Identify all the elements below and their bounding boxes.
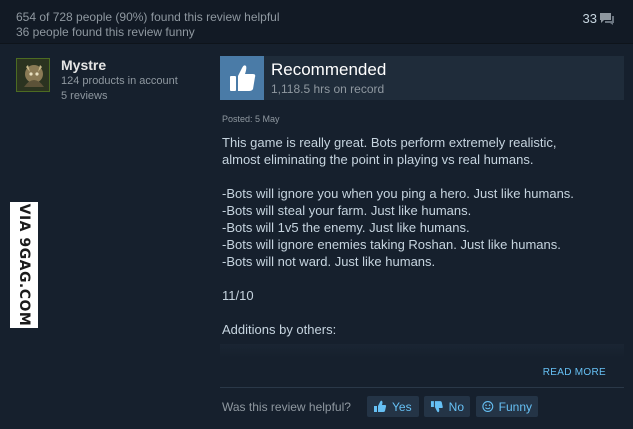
vote-funny-button[interactable]: Funny — [476, 396, 538, 417]
watermark-9gag: VIA 9GAG.COM — [10, 202, 38, 328]
thumbs-up-icon — [374, 400, 387, 412]
posted-date: Posted: 5 May — [222, 114, 280, 124]
review-point: -Bots will ignore you when you ping a he… — [222, 186, 574, 201]
thumbs-up-badge — [220, 56, 264, 100]
vote-no-button[interactable]: No — [424, 396, 470, 417]
comment-count[interactable]: 33 — [583, 11, 597, 26]
author-reviews[interactable]: 5 reviews — [61, 90, 107, 102]
speech-bubble-icon[interactable] — [599, 12, 615, 26]
funny-count-text: 36 people found this review funny — [16, 25, 195, 39]
review-panel: Recommended 1,118.5 hrs on record Posted… — [210, 44, 633, 429]
review-summary-bar: 654 of 728 people (90%) found this revie… — [0, 0, 633, 44]
vote-funny-label: Funny — [498, 399, 532, 414]
vote-yes-button[interactable]: Yes — [367, 396, 419, 417]
review-intro-line: This game is really great. Bots perform … — [222, 135, 557, 150]
avatar-image — [17, 59, 49, 91]
review-verdict-header[interactable]: Recommended 1,118.5 hrs on record — [220, 56, 624, 100]
smiley-icon — [482, 401, 494, 412]
review-additions-heading: Additions by others: — [222, 322, 337, 337]
thumbs-down-icon — [430, 401, 443, 413]
watermark-text: VIA 9GAG.COM — [16, 203, 32, 327]
review-score: 11/10 — [222, 288, 254, 303]
helpful-count-text: 654 of 728 people (90%) found this revie… — [16, 10, 280, 24]
review-point: -Bots will not ward. Just like humans. — [222, 254, 436, 269]
author-products[interactable]: 124 products in account — [61, 75, 178, 87]
vote-no-label: No — [448, 399, 464, 414]
review-point: -Bots will 1v5 the enemy. Just like huma… — [222, 220, 470, 235]
avatar[interactable] — [16, 58, 50, 92]
review-truncation-fade — [220, 344, 624, 358]
author-panel: Mystre 124 products in account 5 reviews… — [0, 44, 210, 429]
review-verdict: Recommended — [271, 60, 387, 79]
review-point: -Bots will ignore enemies taking Roshan.… — [222, 237, 561, 252]
thumbs-up-icon — [230, 65, 256, 91]
helpful-question: Was this review helpful? — [222, 400, 351, 414]
vote-yes-label: Yes — [392, 399, 412, 414]
read-more-link[interactable]: READ MORE — [543, 367, 606, 378]
review-point: -Bots will steal your farm. Just like hu… — [222, 203, 472, 218]
footer-divider — [220, 387, 624, 388]
review-body: This game is really great. Bots perform … — [222, 134, 622, 338]
hours-on-record: 1,118.5 hrs on record — [271, 82, 385, 96]
review-intro-line: almost eliminating the point in playing … — [222, 152, 534, 167]
author-name[interactable]: Mystre — [61, 57, 106, 73]
review-card: 654 of 728 people (90%) found this revie… — [0, 0, 633, 429]
